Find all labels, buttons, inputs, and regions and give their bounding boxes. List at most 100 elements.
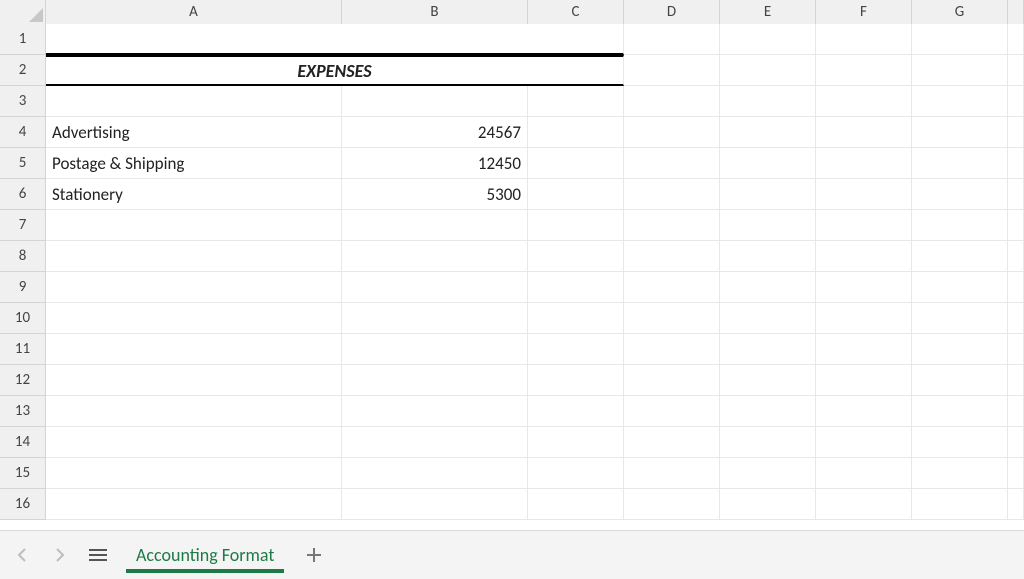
cell[interactable] bbox=[46, 86, 342, 117]
cell[interactable] bbox=[1008, 365, 1024, 396]
cell[interactable] bbox=[624, 396, 720, 427]
row-header[interactable]: 9 bbox=[0, 272, 46, 303]
cell[interactable] bbox=[816, 117, 912, 148]
all-sheets-button[interactable] bbox=[88, 545, 108, 565]
cell[interactable] bbox=[624, 55, 720, 86]
cell[interactable] bbox=[1008, 241, 1024, 272]
cell[interactable] bbox=[342, 303, 528, 334]
cell[interactable] bbox=[624, 334, 720, 365]
cell[interactable] bbox=[912, 241, 1008, 272]
cell[interactable] bbox=[624, 24, 720, 55]
cell[interactable] bbox=[912, 148, 1008, 179]
add-sheet-button[interactable] bbox=[302, 543, 326, 567]
tab-nav-prev-button[interactable] bbox=[12, 545, 32, 565]
cell[interactable] bbox=[528, 179, 624, 210]
col-header-C[interactable]: C bbox=[528, 0, 624, 24]
cell[interactable] bbox=[720, 210, 816, 241]
cell[interactable] bbox=[720, 24, 816, 55]
cell[interactable] bbox=[624, 148, 720, 179]
row-header[interactable]: 14 bbox=[0, 427, 46, 458]
cell[interactable] bbox=[912, 117, 1008, 148]
cell[interactable] bbox=[720, 458, 816, 489]
cell[interactable] bbox=[46, 210, 342, 241]
cell[interactable] bbox=[816, 55, 912, 86]
cell[interactable] bbox=[912, 334, 1008, 365]
row-header[interactable]: 15 bbox=[0, 458, 46, 489]
cell[interactable] bbox=[720, 489, 816, 520]
col-header-G[interactable]: G bbox=[912, 0, 1008, 24]
cell[interactable] bbox=[342, 427, 528, 458]
cell[interactable] bbox=[624, 427, 720, 458]
cell[interactable] bbox=[342, 210, 528, 241]
cell[interactable] bbox=[528, 458, 624, 489]
cell[interactable] bbox=[1008, 179, 1024, 210]
cell[interactable] bbox=[624, 489, 720, 520]
cell[interactable] bbox=[816, 210, 912, 241]
cell[interactable] bbox=[1008, 334, 1024, 365]
cell[interactable] bbox=[720, 303, 816, 334]
cell[interactable] bbox=[720, 179, 816, 210]
cell[interactable] bbox=[816, 272, 912, 303]
cell[interactable] bbox=[720, 334, 816, 365]
cell[interactable] bbox=[528, 272, 624, 303]
cell[interactable] bbox=[528, 241, 624, 272]
cell[interactable] bbox=[720, 117, 816, 148]
cell[interactable] bbox=[46, 24, 624, 55]
cell[interactable] bbox=[46, 241, 342, 272]
cell[interactable] bbox=[912, 489, 1008, 520]
cell[interactable] bbox=[528, 148, 624, 179]
expenses-title-cell[interactable]: EXPENSES bbox=[46, 55, 624, 86]
cell[interactable] bbox=[720, 86, 816, 117]
row-header[interactable]: 2 bbox=[0, 55, 46, 86]
cell[interactable] bbox=[816, 334, 912, 365]
cell[interactable] bbox=[912, 458, 1008, 489]
cell[interactable] bbox=[1008, 148, 1024, 179]
expense-name-cell[interactable]: Stationery bbox=[46, 179, 342, 210]
tab-nav-next-button[interactable] bbox=[50, 545, 70, 565]
row-header[interactable]: 16 bbox=[0, 489, 46, 520]
cell[interactable] bbox=[342, 86, 528, 117]
cell[interactable] bbox=[912, 303, 1008, 334]
cell[interactable] bbox=[342, 396, 528, 427]
col-header-B[interactable]: B bbox=[342, 0, 528, 24]
cell[interactable] bbox=[46, 458, 342, 489]
cell[interactable] bbox=[1008, 427, 1024, 458]
cell[interactable] bbox=[720, 427, 816, 458]
cell[interactable] bbox=[912, 272, 1008, 303]
cell[interactable] bbox=[912, 24, 1008, 55]
cell[interactable] bbox=[816, 458, 912, 489]
cell[interactable] bbox=[912, 55, 1008, 86]
cell[interactable] bbox=[46, 303, 342, 334]
cell[interactable] bbox=[816, 489, 912, 520]
cell[interactable] bbox=[624, 117, 720, 148]
col-header-A[interactable]: A bbox=[46, 0, 342, 24]
cell[interactable] bbox=[342, 272, 528, 303]
cell[interactable] bbox=[528, 210, 624, 241]
cell[interactable] bbox=[46, 365, 342, 396]
row-header[interactable]: 13 bbox=[0, 396, 46, 427]
cell[interactable] bbox=[816, 86, 912, 117]
cell[interactable] bbox=[720, 55, 816, 86]
sheet-tab-active[interactable]: Accounting Format bbox=[126, 533, 284, 577]
cell[interactable] bbox=[46, 489, 342, 520]
row-header[interactable]: 6 bbox=[0, 179, 46, 210]
col-header-D[interactable]: D bbox=[624, 0, 720, 24]
cell[interactable] bbox=[528, 334, 624, 365]
cell[interactable] bbox=[1008, 303, 1024, 334]
cell[interactable] bbox=[816, 179, 912, 210]
expense-name-cell[interactable]: Advertising bbox=[46, 117, 342, 148]
cell[interactable] bbox=[46, 427, 342, 458]
cell[interactable] bbox=[912, 86, 1008, 117]
cell[interactable] bbox=[912, 365, 1008, 396]
row-header[interactable]: 8 bbox=[0, 241, 46, 272]
row-header[interactable]: 7 bbox=[0, 210, 46, 241]
cell[interactable] bbox=[720, 365, 816, 396]
row-header[interactable]: 3 bbox=[0, 86, 46, 117]
cell[interactable] bbox=[528, 303, 624, 334]
cell[interactable] bbox=[624, 86, 720, 117]
row-header[interactable]: 5 bbox=[0, 148, 46, 179]
cell[interactable] bbox=[46, 334, 342, 365]
cell[interactable] bbox=[720, 148, 816, 179]
cell[interactable] bbox=[624, 241, 720, 272]
cell[interactable] bbox=[1008, 396, 1024, 427]
